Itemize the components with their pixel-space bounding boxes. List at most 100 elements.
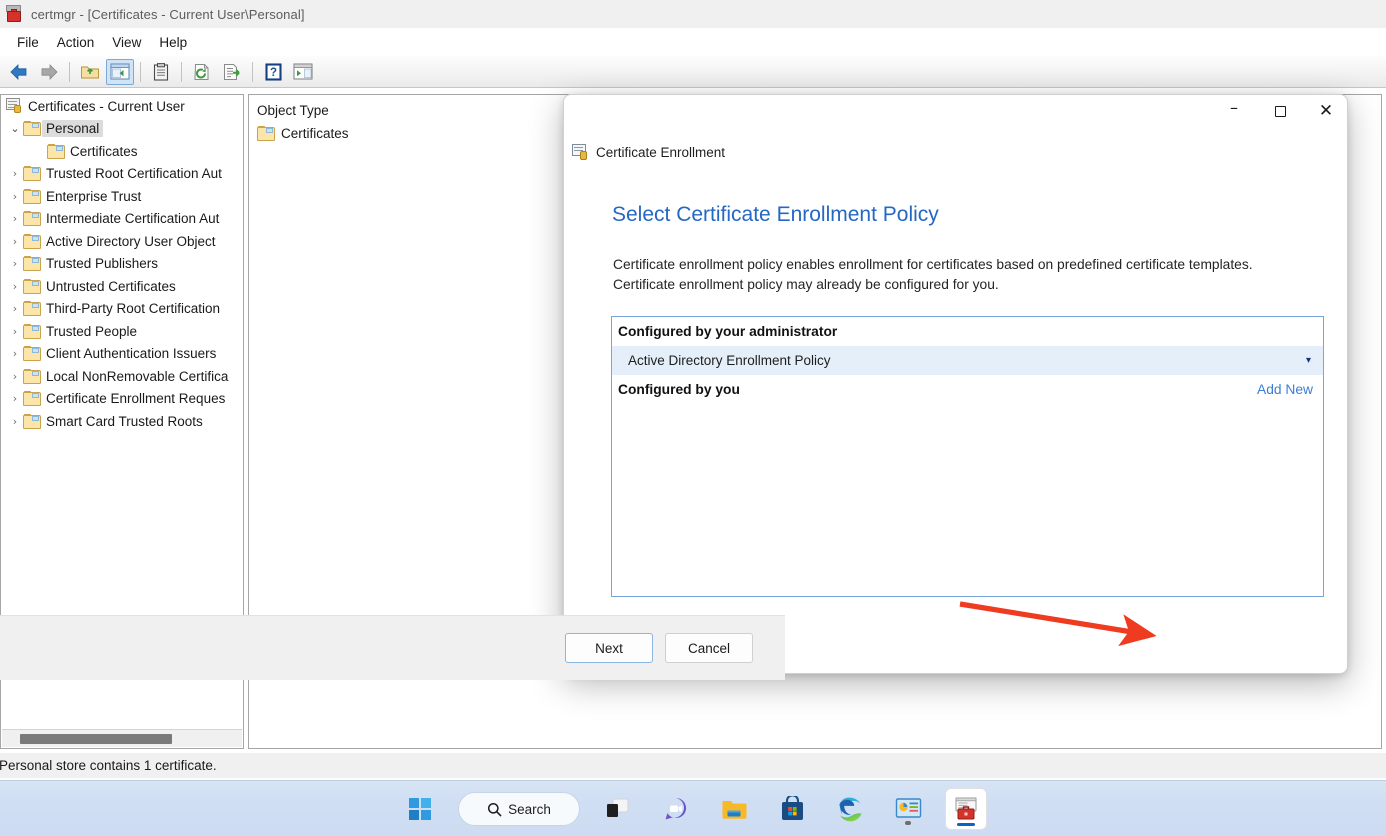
certmgr-taskbar-button[interactable] (946, 789, 986, 829)
properties-button[interactable] (147, 59, 175, 85)
chevron-right-icon[interactable]: › (7, 325, 23, 338)
toolbar-separator (181, 61, 182, 82)
tree-item-certificates[interactable]: Certificates (1, 140, 243, 163)
chevron-right-icon[interactable]: › (7, 370, 23, 383)
tree-item-local-nonremovable-certificates[interactable]: › Local NonRemovable Certifica (1, 365, 243, 388)
refresh-button[interactable] (188, 59, 216, 85)
chevron-right-icon[interactable]: › (7, 415, 23, 428)
up-folder-icon (81, 66, 99, 78)
mmc-icon (895, 798, 921, 818)
scrollbar-thumb[interactable] (20, 734, 172, 744)
chevron-right-icon[interactable]: › (7, 347, 23, 360)
forward-button[interactable] (35, 59, 63, 85)
certificate-enrollment-icon (572, 144, 589, 160)
close-button[interactable]: ✕ (1303, 95, 1347, 128)
folder-icon (23, 256, 41, 272)
tree-horizontal-scrollbar[interactable] (2, 729, 242, 747)
folder-icon (23, 301, 41, 317)
toolbar-separator (69, 61, 70, 82)
chevron-right-icon[interactable]: › (7, 235, 23, 248)
tree-item-label: Trusted People (46, 323, 138, 339)
chevron-right-icon[interactable]: › (7, 190, 23, 203)
tree-item-certificate-enrollment-requests[interactable]: › Certificate Enrollment Reques (1, 388, 243, 411)
tree-item-label: Certificates (70, 143, 138, 159)
tree-item-intermediate-ca[interactable]: › Intermediate Certification Aut (1, 208, 243, 231)
chevron-right-icon[interactable]: › (7, 257, 23, 270)
menu-action[interactable]: Action (48, 32, 104, 53)
menu-file[interactable]: File (8, 32, 48, 53)
tree-item-trusted-root-ca[interactable]: › Trusted Root Certification Aut (1, 163, 243, 186)
enrollment-policy-list[interactable]: Configured by your administrator Active … (611, 316, 1324, 597)
tree-item-active-directory-user-object[interactable]: › Active Directory User Object (1, 230, 243, 253)
minimize-button[interactable]: – (1211, 95, 1257, 128)
chevron-right-icon[interactable]: › (7, 392, 23, 405)
chevron-down-icon[interactable]: ▾ (1306, 355, 1311, 366)
dialog-description-line-2: Certificate enrollment policy may alread… (613, 277, 999, 292)
maximize-button[interactable] (1257, 95, 1303, 128)
edge-icon (838, 796, 861, 821)
microsoft-store-button[interactable] (772, 789, 812, 829)
action-pane-icon (293, 63, 313, 80)
certmgr-icon (955, 797, 977, 820)
dialog-brand-label: Certificate Enrollment (596, 144, 726, 160)
back-button[interactable] (5, 59, 33, 85)
tree-item-smart-card-trusted-roots[interactable]: › Smart Card Trusted Roots (1, 410, 243, 433)
chevron-right-icon[interactable]: › (7, 280, 23, 293)
folder-icon (23, 166, 41, 182)
tree-item-third-party-root-ca[interactable]: › Third-Party Root Certification (1, 298, 243, 321)
tree-item-untrusted-certificates[interactable]: › Untrusted Certificates (1, 275, 243, 298)
search-box[interactable]: Search (458, 792, 580, 826)
certificates-store-icon (5, 98, 23, 114)
start-button[interactable] (400, 789, 440, 829)
tree-item-label: Certificate Enrollment Reques (46, 391, 226, 407)
menu-view[interactable]: View (103, 32, 150, 53)
folder-icon (23, 211, 41, 227)
search-icon (488, 802, 502, 816)
help-button[interactable]: ? (259, 59, 287, 85)
search-placeholder: Search (508, 801, 551, 817)
folder-icon (23, 346, 41, 362)
clipboard-icon (153, 62, 169, 81)
chat-button[interactable] (656, 789, 696, 829)
next-button[interactable]: Next (565, 633, 653, 663)
tree-item-trusted-publishers[interactable]: › Trusted Publishers (1, 253, 243, 276)
show-action-pane-button[interactable] (289, 59, 317, 85)
policy-item-label: Active Directory Enrollment Policy (628, 353, 831, 368)
chevron-right-icon[interactable]: › (7, 167, 23, 180)
task-view-icon (607, 798, 629, 817)
dialog-caption-bar: – ✕ (564, 95, 1347, 137)
cancel-button[interactable]: Cancel (665, 633, 753, 663)
console-tree-icon (110, 63, 130, 80)
mmc-console-button[interactable] (888, 789, 928, 829)
chevron-down-icon[interactable]: ⌄ (7, 122, 23, 135)
chevron-right-icon[interactable]: › (7, 302, 23, 315)
chevron-right-icon[interactable]: › (7, 212, 23, 225)
tree-item-label: Trusted Publishers (46, 256, 159, 272)
maximize-icon (1274, 106, 1286, 117)
task-view-button[interactable] (598, 789, 638, 829)
dialog-description: Certificate enrollment policy enables en… (613, 255, 1319, 295)
toolbar-separator (252, 61, 253, 82)
group-header-administrator-label: Configured by your administrator (618, 324, 838, 339)
tree-item-enterprise-trust[interactable]: › Enterprise Trust (1, 185, 243, 208)
taskbar-center-group: Search (0, 781, 1386, 836)
folder-icon (722, 801, 746, 819)
menu-help[interactable]: Help (150, 32, 196, 53)
export-list-button[interactable] (218, 59, 246, 85)
edge-browser-button[interactable] (830, 789, 870, 829)
tool-bar: ? (0, 56, 1386, 88)
tree-item-personal[interactable]: ⌄ Personal (1, 118, 243, 141)
active-indicator (957, 823, 975, 826)
folder-icon (23, 233, 41, 249)
tree-item-trusted-people[interactable]: › Trusted People (1, 320, 243, 343)
show-console-tree-button[interactable] (106, 58, 134, 85)
tree-item-label: Enterprise Trust (46, 188, 142, 204)
up-one-level-button[interactable] (76, 59, 104, 85)
add-new-link[interactable]: Add New (1257, 382, 1313, 397)
folder-icon (23, 188, 41, 204)
tree-item-client-authentication-issuers[interactable]: › Client Authentication Issuers (1, 343, 243, 366)
tree-item-label: Trusted Root Certification Aut (46, 166, 222, 182)
tree-root-item[interactable]: Certificates - Current User (1, 95, 243, 118)
file-explorer-button[interactable] (714, 789, 754, 829)
policy-item-active-directory[interactable]: Active Directory Enrollment Policy ▾ (612, 346, 1323, 375)
